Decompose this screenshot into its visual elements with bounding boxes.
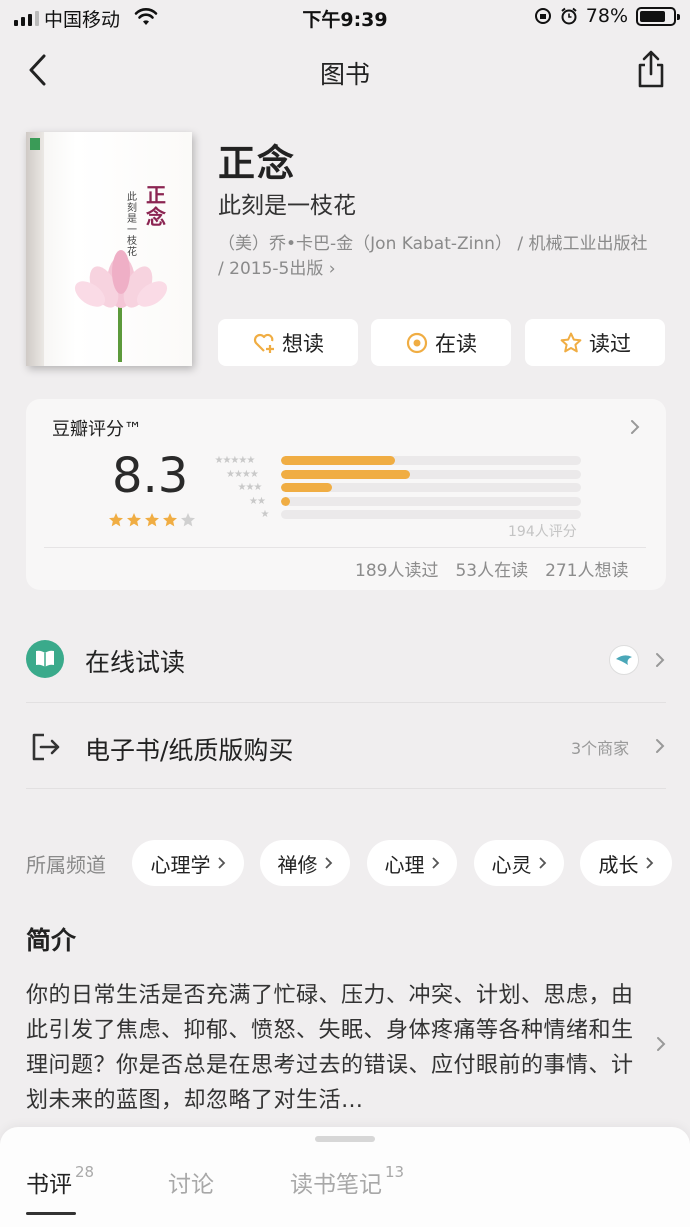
channel-chip[interactable]: 禅修 (260, 840, 350, 886)
alarm-icon (561, 7, 577, 25)
target-icon (406, 332, 428, 353)
chevron-right-icon (538, 857, 546, 869)
cover-title: 正念 (146, 183, 166, 229)
divider (26, 788, 666, 789)
rotation-lock-icon (534, 8, 551, 24)
book-title: 正念 (218, 142, 296, 185)
star-filled-icon (145, 513, 159, 527)
channel-chip[interactable]: 心理学 (132, 840, 244, 886)
chevron-right-icon[interactable] (653, 736, 667, 756)
reading-count: 53人在读 (455, 561, 529, 581)
chevron-right-icon (324, 857, 332, 869)
rating-count: 194人评分 (508, 524, 577, 540)
star-filled-icon (163, 513, 177, 527)
tab-reviews[interactable]: 书评 28 (26, 1163, 94, 1199)
status-bar: 中国移动 下午9:39 78% (0, 0, 690, 36)
read-button[interactable]: 读过 (525, 319, 665, 366)
exit-link-icon (32, 733, 60, 761)
chevron-right-icon (217, 857, 225, 869)
star-empty-icon (181, 513, 195, 527)
tab-discussion[interactable]: 讨论 (168, 1165, 214, 1199)
channel-chip[interactable]: 心理 (367, 840, 457, 886)
online-read-link[interactable]: 在线试读 (85, 643, 185, 679)
book-subtitle: 此刻是一枝花 (218, 193, 356, 219)
reader-app-icon (609, 645, 639, 675)
star-filled-icon (109, 513, 123, 527)
chevron-right-icon (645, 857, 653, 869)
channel-label: 所属频道 (26, 853, 106, 877)
lotus-illustration (74, 250, 168, 308)
rating-stars (108, 512, 196, 528)
rating-label: 豆瓣评分™ (52, 419, 142, 440)
book-open-icon (26, 640, 64, 678)
drag-handle[interactable] (315, 1136, 375, 1142)
want-count: 271人想读 (545, 561, 629, 581)
reader-stats: 189人读过 53人在读 271人想读 (355, 556, 629, 581)
active-tab-indicator (26, 1212, 76, 1215)
want-to-read-button[interactable]: 想读 (218, 319, 358, 366)
battery-percent: 78% (585, 5, 628, 27)
book-cover[interactable]: 正念 此刻是一枝花 (26, 132, 192, 366)
histogram-bar (281, 496, 581, 506)
merchant-count: 3个商家 (571, 739, 630, 758)
divider (44, 547, 646, 548)
reading-button[interactable]: 在读 (371, 319, 511, 366)
histogram-bar (281, 456, 581, 465)
intro-text[interactable]: 你的日常生活是否充满了忙碌、压力、冲突、计划、思虑，由此引发了焦虑、抑郁、愤怒、… (26, 978, 641, 1118)
channel-chip[interactable]: 成长 (580, 840, 672, 886)
histogram-bar (281, 483, 581, 492)
chevron-right-icon (431, 857, 439, 869)
star-filled-icon (127, 513, 141, 527)
share-icon[interactable] (634, 48, 668, 90)
histogram-bar (281, 469, 581, 479)
battery-icon (636, 6, 680, 26)
buy-link[interactable]: 电子书/纸质版购买 (85, 731, 293, 767)
intro-heading: 简介 (26, 926, 77, 955)
histogram-bar (281, 510, 581, 519)
chevron-right-icon[interactable] (628, 417, 642, 437)
chevron-right-icon[interactable] (653, 650, 667, 670)
read-count: 189人读过 (355, 561, 439, 581)
star-outline-icon (560, 332, 582, 352)
chevron-right-icon[interactable] (654, 1034, 668, 1054)
channel-chip[interactable]: 心灵 (474, 840, 564, 886)
tab-notes[interactable]: 读书笔记 13 (290, 1163, 404, 1199)
rating-score: 8.3 (112, 448, 189, 504)
heart-plus-icon (253, 333, 274, 353)
page-title: 图书 (319, 60, 370, 89)
divider (26, 702, 666, 703)
book-meta-link[interactable]: （美）乔•卡巴-金（Jon Kabat-Zinn） / 机械工业出版社 / 20… (218, 232, 658, 282)
